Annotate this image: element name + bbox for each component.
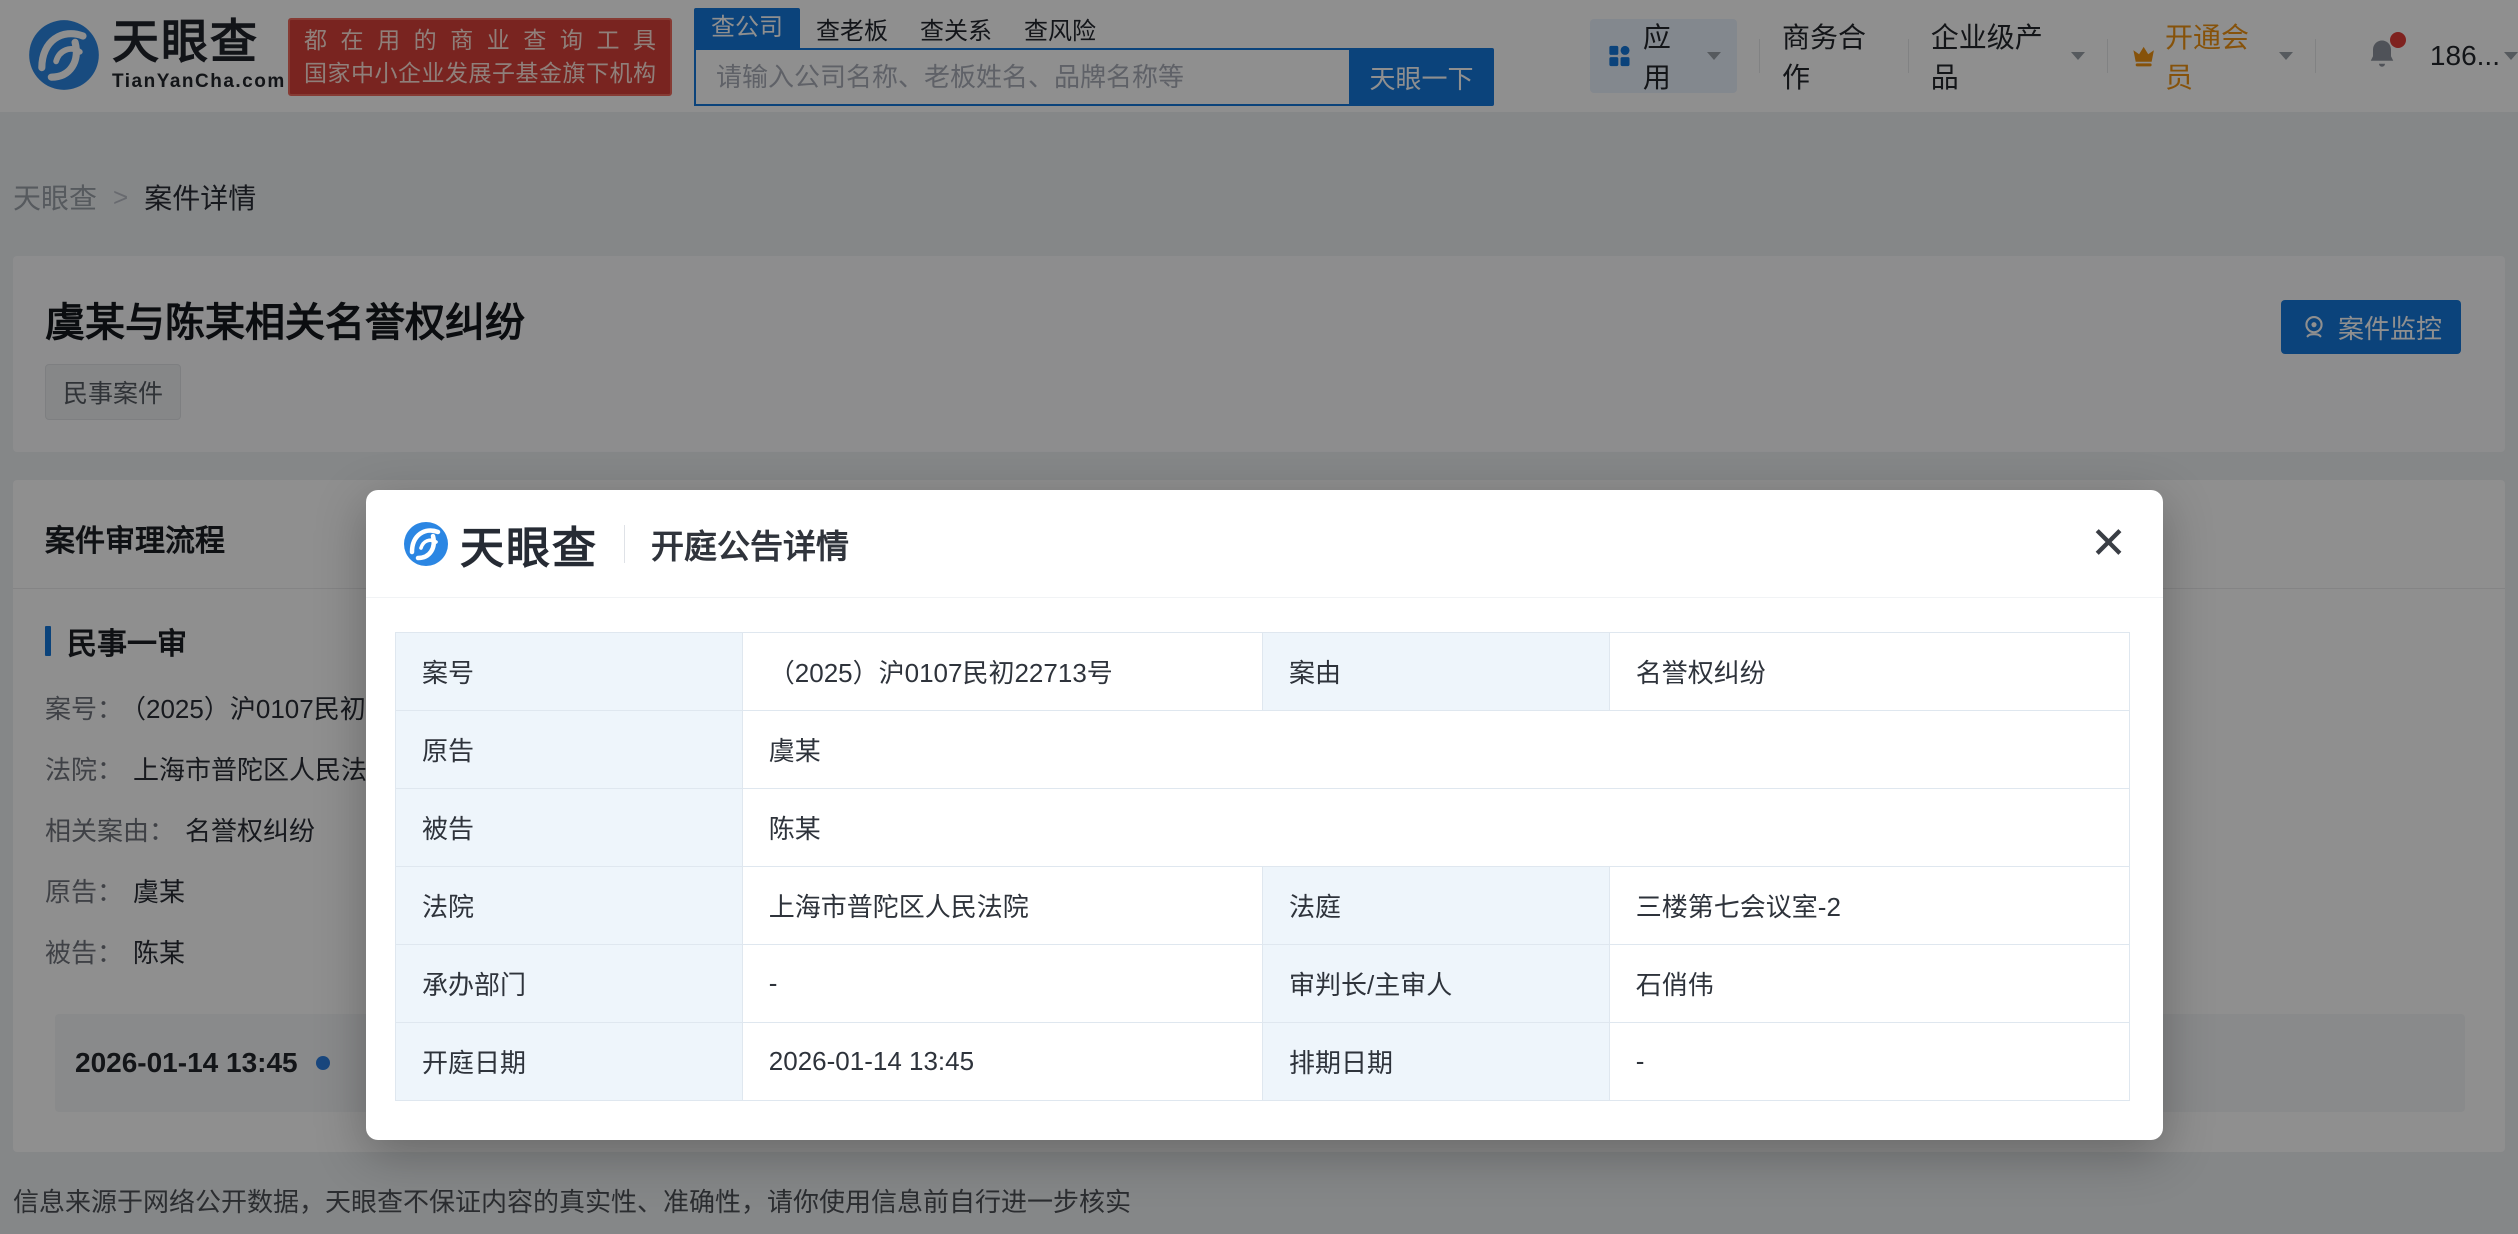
tianyancha-swirl-icon [404,521,448,566]
cell-value: 上海市普陀区人民法院 [741,866,1263,945]
cell-label: 被告 [395,788,743,867]
modal-header-divider [624,524,625,563]
table-row: 承办部门 - 审判长/主审人 石俏伟 [395,944,2131,1023]
cell-value: （2025）沪0107民初22713号 [741,632,1263,711]
cell-value: 三楼第七会议室-2 [1608,866,2131,945]
cell-label: 开庭日期 [395,1022,743,1101]
cell-label: 案号 [395,632,743,711]
cell-label: 法庭 [1261,866,1610,945]
cell-label: 法院 [395,866,743,945]
cell-value: 虞某 [741,710,2131,789]
cell-label: 承办部门 [395,944,743,1023]
cell-value: - [741,944,1263,1023]
table-row: 开庭日期 2026-01-14 13:45 排期日期 - [395,1022,2131,1101]
page: 天眼查 TianYanCha.com 都在用的商业查询工具 国家中小企业发展子基… [0,0,2518,1234]
hearing-detail-table: 案号 （2025）沪0107民初22713号 案由 名誉权纠纷 原告 虞某 被告… [395,632,2131,1101]
modal-logo-name: 天眼查 [460,523,598,573]
hearing-detail-modal: 天眼查 开庭公告详情 ✕ 案号 （2025）沪0107民初22713号 案由 名… [366,490,2163,1140]
table-row: 原告 虞某 [395,710,2131,789]
close-icon[interactable]: ✕ [2090,521,2127,566]
cell-value: 名誉权纠纷 [1608,632,2131,711]
cell-label: 原告 [395,710,743,789]
cell-label: 排期日期 [1261,1022,1610,1101]
modal-header: 天眼查 开庭公告详情 ✕ [366,490,2163,598]
table-row: 案号 （2025）沪0107民初22713号 案由 名誉权纠纷 [395,632,2131,711]
cell-value: 2026-01-14 13:45 [741,1022,1263,1101]
cell-label: 审判长/主审人 [1261,944,1610,1023]
cell-value: - [1608,1022,2131,1101]
table-row: 被告 陈某 [395,788,2131,867]
cell-label: 案由 [1261,632,1610,711]
cell-value: 石俏伟 [1608,944,2131,1023]
table-row: 法院 上海市普陀区人民法院 法庭 三楼第七会议室-2 [395,866,2131,945]
modal-title: 开庭公告详情 [651,527,849,565]
cell-value: 陈某 [741,788,2131,867]
